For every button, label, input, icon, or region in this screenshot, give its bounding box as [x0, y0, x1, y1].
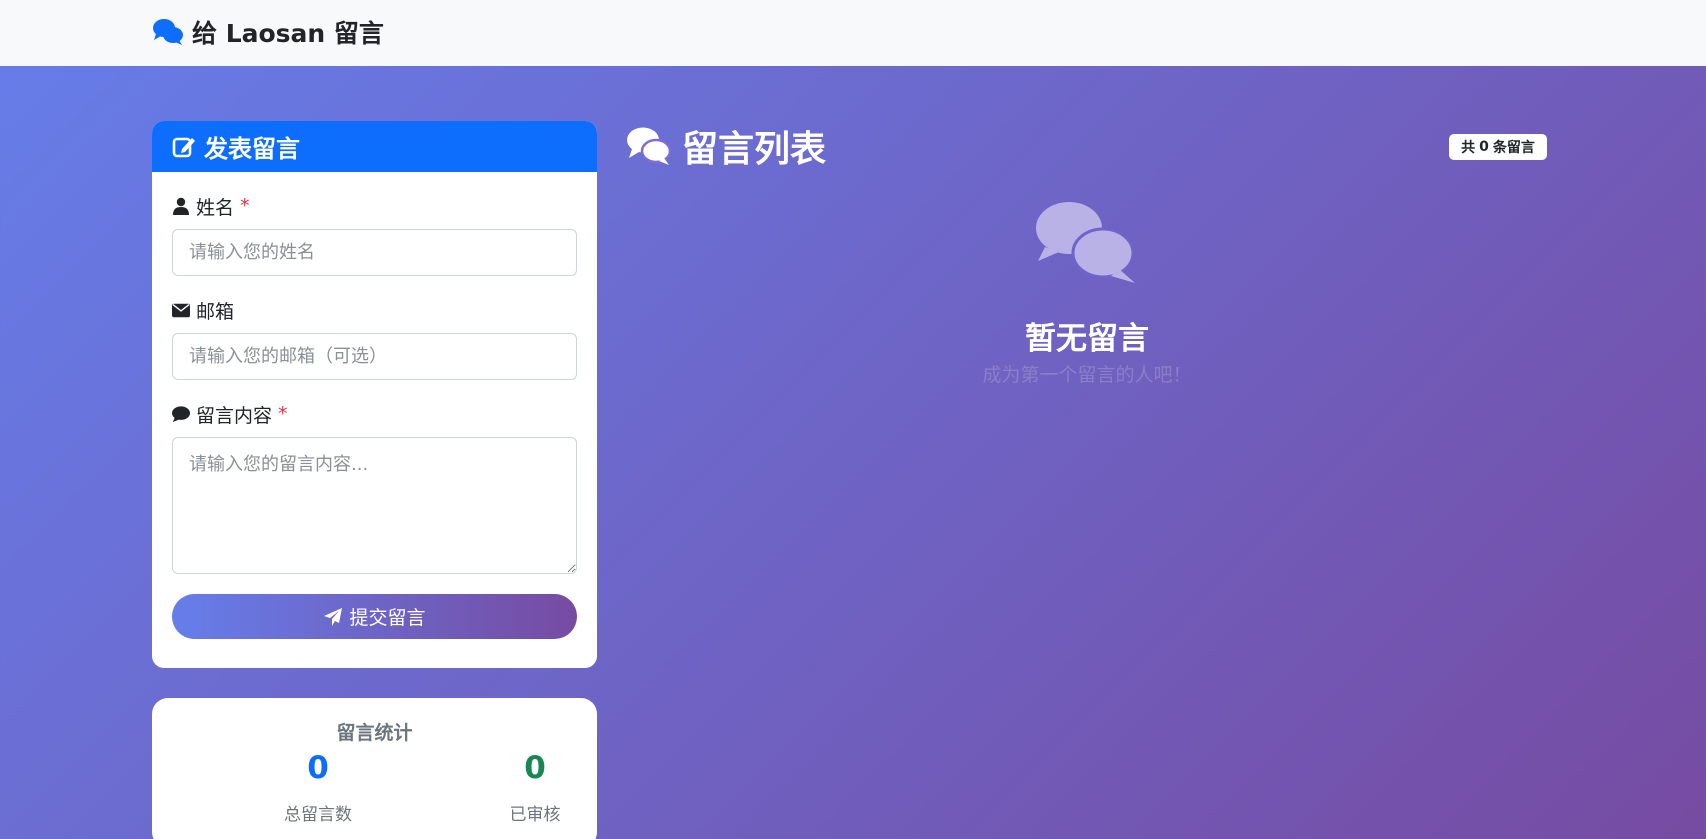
- stat-approved: 0 已审核: [435, 750, 635, 825]
- count-suffix: 条留言: [1492, 140, 1535, 156]
- message-form-card: 发表留言 姓名 * 邮箱 留言内容 *: [152, 121, 597, 668]
- edit-icon: [172, 137, 195, 157]
- content-required-mark: *: [278, 403, 288, 425]
- message-count-badge: 共 0 条留言: [1449, 134, 1547, 160]
- list-title: 留言列表: [626, 120, 826, 172]
- submit-button-label: 提交留言: [349, 607, 426, 629]
- form-header-title: 发表留言: [204, 135, 300, 163]
- email-input[interactable]: [172, 333, 577, 380]
- comment-icon: [172, 406, 190, 423]
- list-title-text: 留言列表: [682, 129, 827, 170]
- user-icon: [173, 197, 189, 215]
- stat-approved-label: 已审核: [509, 805, 561, 825]
- stat-total: 0 总留言数: [218, 750, 418, 825]
- brand-title: 给 Laosan 留言: [192, 19, 384, 48]
- name-label: 姓名 *: [172, 192, 577, 220]
- empty-state-subtitle: 成为第一个留言的人吧！: [982, 364, 1192, 386]
- content-textarea[interactable]: [172, 437, 577, 574]
- envelope-icon: [172, 303, 190, 318]
- stats-title: 留言统计: [336, 722, 413, 744]
- form-body: 姓名 * 邮箱 留言内容 * 提交留言: [152, 192, 597, 639]
- count-value: 0: [1479, 139, 1489, 155]
- count-prefix: 共: [1461, 140, 1476, 156]
- empty-state-title: 暂无留言: [1025, 321, 1149, 357]
- content-label-text: 留言内容: [196, 404, 273, 427]
- form-header: 发表留言: [152, 121, 597, 172]
- email-label: 邮箱: [172, 296, 577, 324]
- comments-icon: [627, 127, 672, 165]
- email-label-text: 邮箱: [196, 300, 235, 323]
- name-input[interactable]: [172, 229, 577, 276]
- stat-approved-value: 0: [524, 750, 546, 786]
- stat-total-label: 总留言数: [284, 805, 352, 825]
- stat-total-value: 0: [307, 750, 329, 786]
- name-label-text: 姓名: [196, 196, 235, 219]
- content-label: 留言内容 *: [172, 400, 577, 428]
- navbar: 给 Laosan 留言: [0, 0, 1706, 66]
- submit-button[interactable]: 提交留言: [172, 594, 577, 639]
- comments-icon: [153, 19, 183, 45]
- name-required-mark: *: [240, 195, 250, 217]
- stats-card: 留言统计 0 总留言数 0 已审核: [152, 698, 597, 839]
- paper-plane-icon: [324, 607, 343, 626]
- brand-link[interactable]: 给 Laosan 留言: [152, 14, 384, 50]
- empty-comments-icon: [1036, 202, 1135, 283]
